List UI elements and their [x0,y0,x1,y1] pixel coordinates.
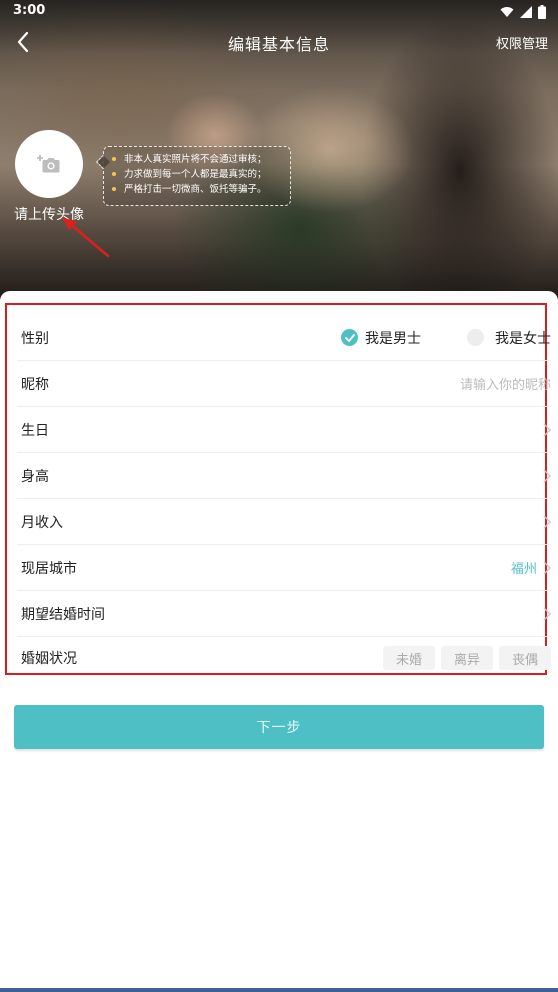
photo-tips-bubble: 非本人真实照片将不会通过审核； 力求做到每一个人都是最真实的； 严格打击一切微商… [103,146,291,206]
unchecked-radio-icon [467,329,484,346]
signal-icon [520,6,532,18]
tip-line: 力求做到每一个人都是最真实的； [112,167,282,182]
bullet-icon [112,172,116,176]
bullet-icon [112,187,116,191]
marital-option-widowed[interactable]: 丧偶 [499,646,551,670]
nickname-row[interactable]: 昵称 请输入你的昵称 [17,361,551,407]
annotation-arrow-icon [62,217,110,258]
marital-option-unmarried[interactable]: 未婚 [383,646,435,670]
city-picker[interactable]: 福州 [511,558,551,577]
income-picker[interactable] [543,515,551,529]
nav-bar: 编辑基本信息 权限管理 [0,26,558,58]
nickname-input[interactable]: 请输入你的昵称 [460,374,551,393]
birthday-label: 生日 [21,422,49,439]
income-label: 月收入 [21,514,63,531]
tip-line: 非本人真实照片将不会通过审核； [112,152,282,167]
battery-icon [538,5,546,19]
marriage-time-row[interactable]: 期望结婚时间 [17,591,551,637]
chevron-right-icon [543,607,551,620]
gender-female-label: 我是女士 [495,330,551,347]
gender-female-option[interactable]: 我是女士 [467,328,551,348]
status-bar: 3:00 [0,0,558,24]
height-row[interactable]: 身高 [17,453,551,499]
tip-line: 严格打击一切微商、饭托等骗子。 [112,182,282,197]
form-highlight-box: 性别 我是男士 我是女士 昵称 请输入你的昵称 生日 身高 月收入 现居城市 福… [5,303,551,675]
chevron-right-icon [543,515,551,528]
birthday-picker[interactable] [543,423,551,437]
marital-status-row: 婚姻状况 未婚 离异 丧偶 [17,635,551,681]
marriage-time-picker[interactable] [543,607,551,621]
page-title: 编辑基本信息 [227,35,330,54]
nickname-label: 昵称 [21,376,49,393]
status-time: 3:00 [13,3,46,18]
city-value: 福州 [510,562,537,577]
wifi-icon [500,7,514,17]
marital-status-label: 婚姻状况 [21,651,77,667]
height-picker[interactable] [543,469,551,483]
camera-add-icon [37,155,60,173]
chevron-right-icon [543,423,551,436]
city-label: 现居城市 [21,560,77,577]
gender-label: 性别 [21,330,49,347]
nickname-placeholder: 请输入你的昵称 [459,378,551,393]
income-row[interactable]: 月收入 [17,499,551,545]
bottom-edge [0,988,558,992]
status-icons [500,4,546,20]
next-step-button[interactable]: 下一步 [14,705,544,749]
city-row[interactable]: 现居城市 福州 [17,545,551,591]
chevron-right-icon [543,561,551,574]
chevron-right-icon [543,469,551,482]
gender-male-option[interactable]: 我是男士 [341,328,421,348]
marital-option-divorced[interactable]: 离异 [441,646,493,670]
gender-row: 性别 我是男士 我是女士 [17,315,551,361]
marital-status-options: 未婚 离异 丧偶 [383,646,551,670]
gender-male-label: 我是男士 [365,330,421,347]
bullet-icon [112,157,116,161]
birthday-row[interactable]: 生日 [17,407,551,453]
tip-text: 非本人真实照片将不会通过审核； [124,154,267,165]
tip-text: 严格打击一切微商、饭托等骗子。 [124,184,267,195]
height-label: 身高 [21,468,49,485]
permission-management-link[interactable]: 权限管理 [496,33,548,52]
gender-options: 我是男士 我是女士 [341,328,551,348]
upload-avatar-button[interactable] [15,130,83,198]
marriage-time-label: 期望结婚时间 [21,606,105,623]
check-icon [341,329,358,346]
tip-text: 力求做到每一个人都是最真实的； [124,169,267,180]
